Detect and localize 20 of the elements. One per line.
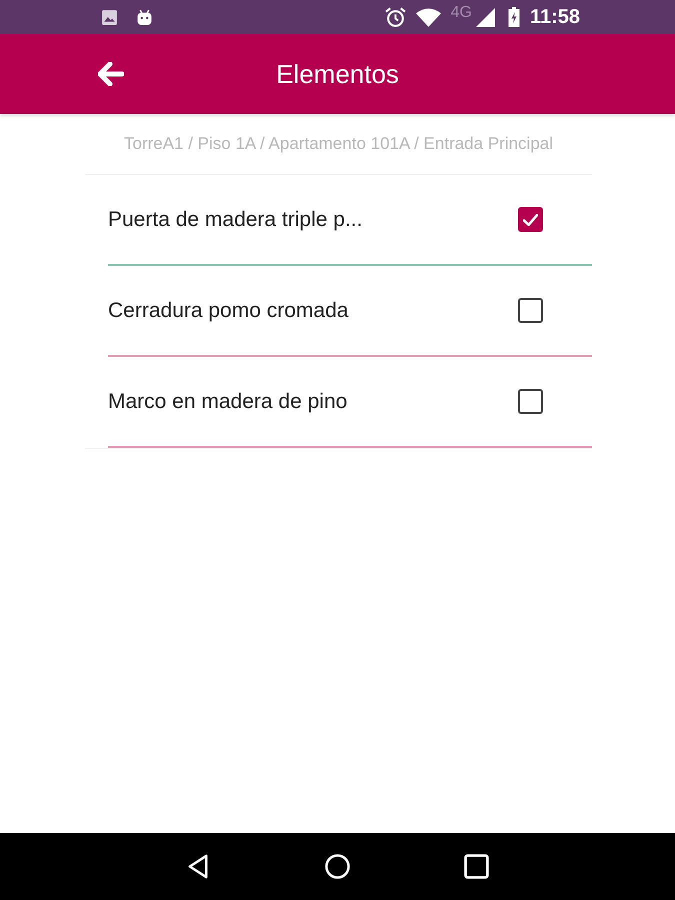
robot-icon [136,8,153,26]
network-type-label: 4G [450,4,472,22]
check-icon [523,214,538,226]
clock-time: 11:58 [530,6,580,28]
back-arrow-icon[interactable] [98,62,124,86]
checkbox[interactable] [518,207,543,232]
recents-square-icon[interactable] [464,854,489,879]
home-circle-icon[interactable] [325,854,350,879]
element-label: Puerta de madera triple p... [108,208,362,232]
image-icon [101,8,118,26]
breadcrumb-path: TorreA1 / Piso 1A / Apartamento 101A / Entrada Principal [124,134,554,154]
element-label: Cerradura pomo cromada [108,298,348,322]
battery-charging-icon [508,7,520,27]
checkbox[interactable] [518,389,543,414]
wifi-icon [416,8,441,26]
screen-title: Elementos [276,58,399,90]
alarm-clock-icon [384,6,406,28]
checkbox[interactable] [518,298,543,323]
element-label: Marco en madera de pino [108,390,348,414]
signal-icon [476,8,495,26]
